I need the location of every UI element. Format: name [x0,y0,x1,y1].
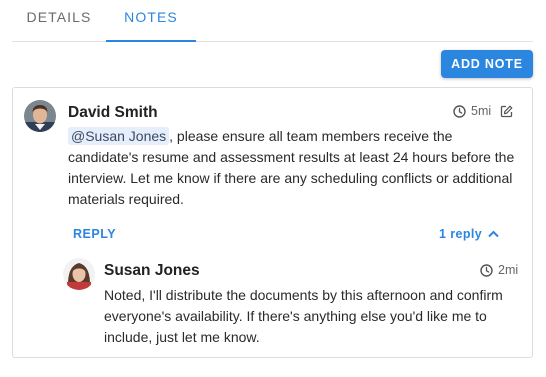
reply-body: Noted, I'll distribute the documents by … [104,287,503,345]
reply-time-text: 2mi [498,263,519,277]
tab-notes[interactable]: NOTES [106,0,196,42]
mention-tag[interactable]: @Susan Jones [68,127,170,145]
clock-icon [480,263,493,277]
reply-timestamp: 2mi [480,263,518,277]
active-tab-indicator [106,40,196,42]
clock-icon [453,104,466,118]
add-note-button[interactable]: ADD NOTE [441,50,533,78]
note-time-text: 5mi [471,104,492,118]
note-author: David Smith [68,104,158,121]
note-timestamp: 5mi [453,104,491,118]
tab-bar: DETAILS NOTES [0,0,546,42]
chevron-up-icon [488,230,499,238]
tabs-divider [12,41,533,42]
tab-details[interactable]: DETAILS [12,0,106,42]
note-body: @Susan Jones, please ensure all team mem… [68,126,523,210]
reply-author: Susan Jones [104,262,200,279]
avatar-susan-jones [63,258,95,290]
reply-button[interactable]: REPLY [73,227,116,241]
edit-icon[interactable] [500,105,513,118]
replies-toggle[interactable]: 1 reply [439,227,499,241]
avatar-david-smith [24,100,56,132]
notes-card: David Smith 5mi @Susan Jones, please ens… [12,87,533,358]
replies-count: 1 reply [439,227,483,241]
